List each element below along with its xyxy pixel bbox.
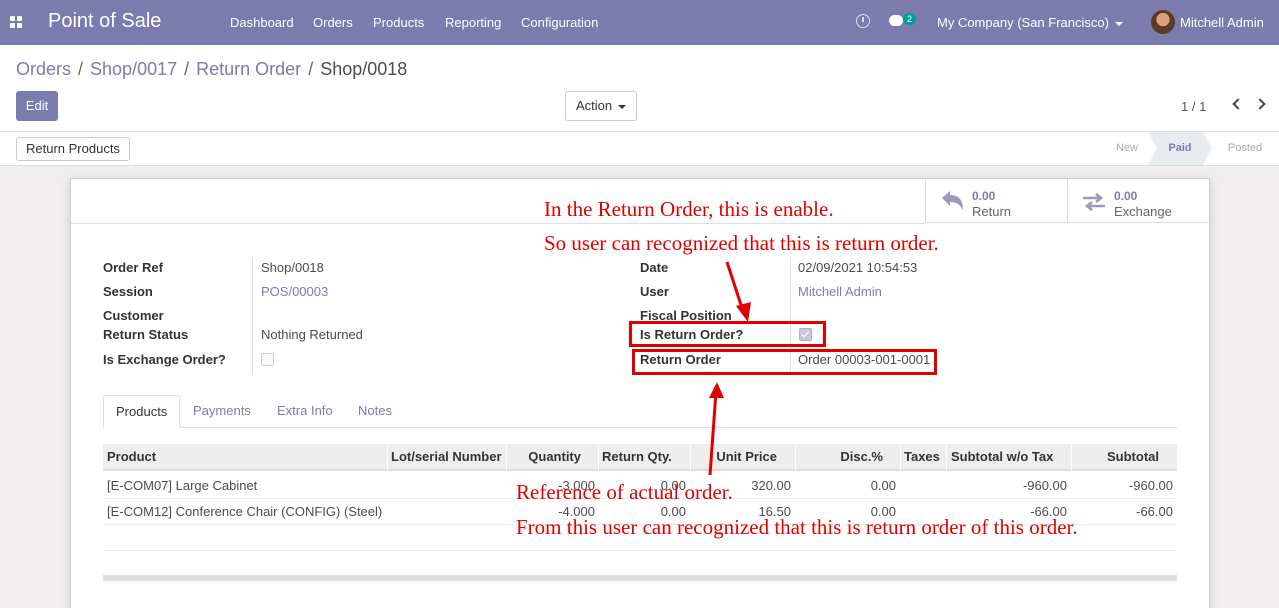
user-link[interactable]: Mitchell Admin (798, 284, 882, 299)
col-subtotal-wo-tax[interactable]: Subtotal w/o Tax (951, 444, 1053, 471)
control-panel: Orders / Shop/0017/Return Order / Shop/0018 … (0, 45, 1279, 132)
col-lot[interactable]: Lot/serial Number (391, 444, 502, 471)
is-exchange-label: Is Exchange Order? (103, 352, 226, 367)
is-exchange-checkbox[interactable] (261, 353, 274, 366)
col-taxes[interactable]: Taxes (904, 444, 940, 471)
breadcrumb-orders[interactable]: Orders (16, 59, 71, 79)
return-status-value: Nothing Returned (261, 327, 363, 342)
col-product[interactable]: Product (107, 444, 156, 471)
exchange-icon (1083, 193, 1105, 211)
column-separator (387, 444, 388, 471)
action-label: Action (576, 98, 613, 113)
annotation-bottom-line1: Reference of actual order. (516, 480, 733, 504)
chevron-down-icon (1114, 21, 1123, 26)
table-header: Product Lot/serial Number Quantity Retur… (103, 444, 1177, 471)
notebook-tabs: Products Payments Extra Info Notes (103, 395, 1177, 428)
apps-menu-icon[interactable] (10, 16, 22, 28)
status-bar: Return Products New Paid Posted (0, 132, 1279, 166)
chevron-down-icon (618, 104, 627, 109)
col-subtotal[interactable]: Subtotal (1071, 444, 1159, 471)
col-unit-price[interactable]: Unit Price (690, 444, 777, 471)
app-title[interactable]: Point of Sale (48, 10, 161, 33)
company-switcher[interactable]: My Company (San Francisco) (937, 15, 1123, 30)
breadcrumb: Orders / Shop/0017 / Return Order / Shop/0018 (16, 59, 407, 80)
cell-product: [E-COM07] Large Cabinet (107, 478, 258, 493)
stage-new[interactable]: New (1101, 132, 1153, 165)
annotation-top-line1: In the Return Order, this is enable. (544, 197, 834, 221)
menu-products[interactable]: Products (373, 15, 424, 30)
stage-paid[interactable]: Paid (1148, 132, 1212, 165)
date-label: Date (640, 260, 669, 275)
return-status-label: Return Status (103, 327, 189, 342)
reply-icon (942, 191, 963, 210)
pager-value[interactable]: 1 / 1 (1181, 99, 1206, 114)
chat-icon[interactable] (889, 15, 903, 26)
breadcrumb-return-order[interactable]: Return Order (196, 59, 301, 79)
chevron-left-icon[interactable] (1232, 98, 1244, 110)
divider (71, 223, 925, 224)
order-ref-label: Order Ref (103, 260, 163, 275)
breadcrumb-separator: / (78, 59, 84, 79)
breadcrumb-shop-0017[interactable]: Shop/0017 (90, 59, 177, 79)
chat-count-badge: 2 (903, 13, 916, 25)
column-separator (900, 444, 901, 471)
return-smart-button[interactable]: 0.00 Return (925, 179, 1067, 223)
column-separator (946, 444, 947, 471)
date-value: 02/09/2021 10:54:53 (798, 260, 918, 275)
exchange-smart-button[interactable]: 0.00 Exchange (1067, 179, 1211, 223)
highlight-is-return (629, 321, 826, 347)
order-ref-value: Shop/0018 (261, 260, 324, 275)
column-separator (598, 444, 599, 471)
col-discount[interactable]: Disc.% (795, 444, 883, 471)
cell-product: [E-COM12] Conference Chair (CONFIG) (Ste… (107, 504, 383, 519)
col-quantity[interactable]: Quantity (506, 444, 581, 471)
session-label: Session (103, 284, 153, 299)
company-name: My Company (San Francisco) (937, 15, 1109, 30)
field-separator (252, 257, 253, 375)
top-navbar: Point of Sale Dashboard Orders Products … (0, 0, 1279, 45)
tab-notes[interactable]: Notes (358, 395, 392, 428)
exchange-count: 0.00 (1114, 189, 1138, 203)
highlight-return-order (632, 349, 937, 375)
avatar[interactable] (1151, 10, 1175, 34)
action-dropdown[interactable]: Action (565, 91, 637, 121)
cell-subtotal: -66.00 (1136, 504, 1173, 519)
table-footer (103, 575, 1177, 581)
tab-extra-info[interactable]: Extra Info (277, 395, 333, 428)
annotation-top-line2: So user can recognized that this is retu… (544, 231, 939, 255)
breadcrumb-separator: / (308, 59, 314, 79)
activity-clock-icon[interactable] (856, 14, 870, 28)
menu-reporting[interactable]: Reporting (445, 15, 501, 30)
edit-button[interactable]: Edit (16, 91, 58, 121)
cell-discount: 0.00 (870, 478, 896, 493)
return-products-button[interactable]: Return Products (16, 137, 130, 161)
stage-posted[interactable]: Posted (1212, 132, 1278, 165)
chevron-right-icon[interactable] (1254, 98, 1266, 110)
return-count: 0.00 (972, 189, 996, 203)
menu-orders[interactable]: Orders (313, 15, 353, 30)
cell-subtotal: -960.00 (1128, 478, 1173, 493)
exchange-label: Exchange (1114, 204, 1172, 219)
user-label: User (640, 284, 669, 299)
user-menu[interactable]: Mitchell Admin (1180, 15, 1264, 30)
breadcrumb-separator: / (184, 59, 190, 79)
breadcrumb-current: Shop/0018 (320, 59, 408, 79)
cell-subtotal-wo-tax: -960.00 (1022, 478, 1067, 493)
session-link[interactable]: POS/00003 (261, 284, 328, 299)
tab-payments[interactable]: Payments (193, 395, 251, 428)
tab-products[interactable]: Products (103, 395, 181, 428)
menu-dashboard[interactable]: Dashboard (230, 15, 294, 30)
customer-label: Customer (103, 308, 164, 323)
col-return-qty[interactable]: Return Qty. (602, 444, 672, 471)
annotation-bottom-line2: From this user can recognized that this … (516, 515, 1078, 539)
menu-configuration[interactable]: Configuration (521, 15, 598, 30)
return-label: Return (972, 204, 1012, 219)
